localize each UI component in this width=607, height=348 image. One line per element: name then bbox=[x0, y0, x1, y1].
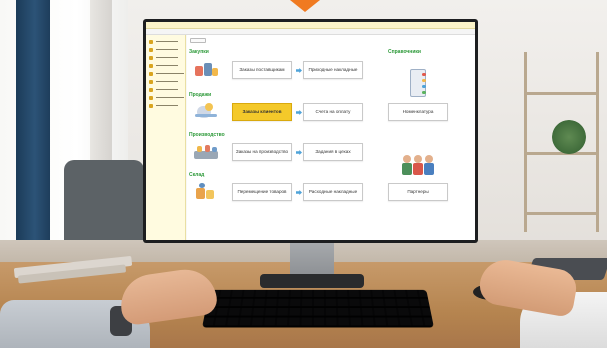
shelf-post bbox=[596, 52, 599, 232]
arrow-icon bbox=[296, 190, 302, 195]
main-content: Закупки Заказы поставщикам Приходные нак… bbox=[187, 35, 475, 240]
app-screen: Закупки Заказы поставщикам Приходные нак… bbox=[146, 22, 475, 240]
goods-transfer-button[interactable]: Перемещение товаров bbox=[232, 183, 292, 201]
sidebar-item[interactable] bbox=[146, 70, 185, 77]
keyboard bbox=[202, 289, 434, 328]
section-title-warehouse: Склад bbox=[189, 172, 205, 178]
sidebar-item[interactable] bbox=[146, 62, 185, 69]
shop-tasks-button[interactable]: Задания в цехах bbox=[303, 143, 363, 161]
sidebar-item[interactable] bbox=[146, 38, 185, 45]
window-titlebar bbox=[146, 22, 475, 29]
sidebar-item[interactable] bbox=[146, 94, 185, 101]
partners-people-icon bbox=[401, 155, 435, 177]
catalog-binder-icon bbox=[408, 69, 428, 99]
section-title-sales: Продажи bbox=[189, 92, 212, 98]
home-tab[interactable] bbox=[190, 38, 206, 43]
monitor-stand bbox=[290, 242, 334, 276]
client-orders-button[interactable]: Заказы клиентов bbox=[232, 103, 292, 121]
partners-button[interactable]: Партнеры bbox=[388, 183, 448, 201]
sidebar-item[interactable] bbox=[146, 86, 185, 93]
section-title-production: Производство bbox=[189, 132, 225, 138]
supplier-orders-button[interactable]: Заказы поставщикам bbox=[232, 61, 292, 79]
shelf bbox=[524, 212, 599, 215]
chair bbox=[64, 160, 144, 246]
office-photo: Закупки Заказы поставщикам Приходные нак… bbox=[0, 0, 607, 348]
production-illustration-icon bbox=[193, 143, 219, 161]
accent-marker bbox=[290, 0, 320, 12]
back-wall bbox=[470, 0, 607, 260]
books bbox=[13, 252, 134, 284]
curtain bbox=[16, 0, 50, 250]
section-title-reference: Справочники bbox=[388, 49, 421, 55]
section-title-purchases: Закупки bbox=[189, 49, 209, 55]
sidebar-item[interactable] bbox=[146, 46, 185, 53]
payment-invoices-button[interactable]: Счета на оплату bbox=[303, 103, 363, 121]
receipt-invoices-button[interactable]: Приходные накладные bbox=[303, 61, 363, 79]
plant bbox=[552, 120, 586, 154]
sales-illustration-icon bbox=[193, 102, 219, 120]
production-orders-button[interactable]: Заказы на производство bbox=[232, 143, 292, 161]
warehouse-illustration-icon bbox=[193, 183, 219, 201]
sidebar-item[interactable] bbox=[146, 54, 185, 61]
arrow-icon bbox=[296, 150, 302, 155]
nomenclature-button[interactable]: Номенклатура bbox=[388, 103, 448, 121]
sidebar-item[interactable] bbox=[146, 78, 185, 85]
expense-invoices-button[interactable]: Расходные накладные bbox=[303, 183, 363, 201]
arrow-icon bbox=[296, 110, 302, 115]
arrow-icon bbox=[296, 68, 302, 73]
shelf-post bbox=[524, 52, 527, 232]
purchases-illustration-icon bbox=[193, 60, 219, 78]
sidebar-item[interactable] bbox=[146, 102, 185, 109]
sidebar bbox=[146, 35, 186, 240]
shelf bbox=[524, 92, 599, 95]
monitor-base bbox=[260, 274, 364, 288]
monitor: Закупки Заказы поставщикам Приходные нак… bbox=[143, 19, 478, 243]
